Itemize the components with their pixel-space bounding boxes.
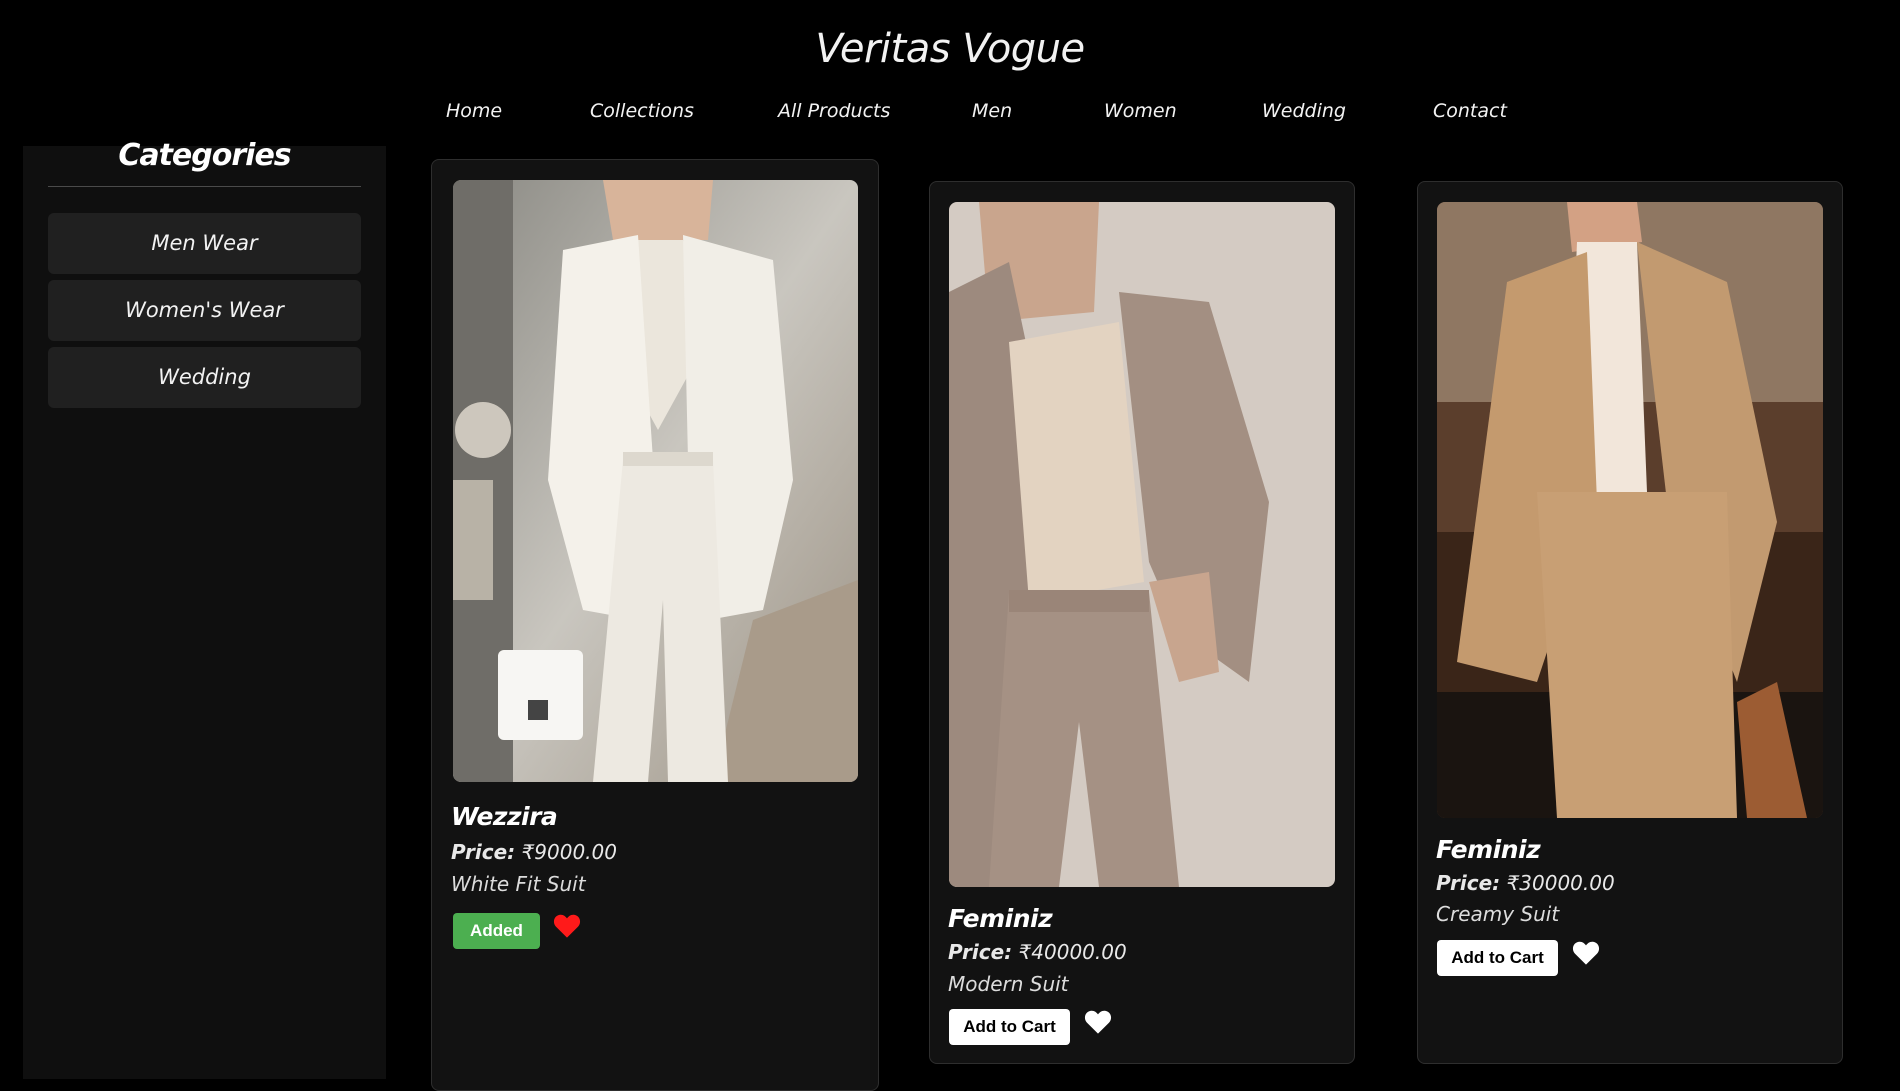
product-name: Feminiz <box>1436 835 1541 864</box>
product-description: Modern Suit <box>948 972 1069 996</box>
heart-icon[interactable] <box>1572 940 1600 966</box>
product-card: Feminiz Price: ₹40000.00 Modern Suit Add… <box>929 181 1355 1064</box>
category-wedding[interactable]: Wedding <box>48 347 361 408</box>
nav-men[interactable]: Men <box>972 100 1012 122</box>
price-label: Price: <box>948 940 1013 964</box>
product-description: White Fit Suit <box>451 872 586 896</box>
product-description: Creamy Suit <box>1436 902 1560 926</box>
price-label: Price: <box>1436 871 1501 895</box>
product-price: Price: ₹30000.00 <box>1436 871 1615 895</box>
product-image[interactable] <box>949 202 1335 887</box>
product-card: Wezzira Price: ₹9000.00 White Fit Suit A… <box>431 159 879 1091</box>
category-womens-wear[interactable]: Women's Wear <box>48 280 361 341</box>
price-value: ₹40000.00 <box>1018 940 1127 964</box>
product-price: Price: ₹40000.00 <box>948 940 1127 964</box>
sidebar-divider <box>48 186 361 187</box>
nav-women[interactable]: Women <box>1104 100 1177 122</box>
nav-all-products[interactable]: All Products <box>778 100 890 122</box>
price-value: ₹30000.00 <box>1506 871 1615 895</box>
nav-collections[interactable]: Collections <box>590 100 694 122</box>
price-label: Price: <box>451 840 516 864</box>
sidebar-title: Categories <box>118 138 291 173</box>
product-name: Wezzira <box>451 802 558 831</box>
nav-contact[interactable]: Contact <box>1433 100 1507 122</box>
product-image[interactable] <box>1437 202 1823 818</box>
product-card: Feminiz Price: ₹30000.00 Creamy Suit Add… <box>1417 181 1843 1064</box>
nav-wedding[interactable]: Wedding <box>1262 100 1346 122</box>
category-men-wear[interactable]: Men Wear <box>48 213 361 274</box>
product-image[interactable] <box>453 180 858 782</box>
main-nav: Home Collections All Products Men Women … <box>0 100 1900 130</box>
product-price: Price: ₹9000.00 <box>451 840 617 864</box>
add-to-cart-button[interactable]: Add to Cart <box>1437 940 1558 976</box>
add-to-cart-button[interactable]: Add to Cart <box>949 1009 1070 1045</box>
heart-icon[interactable] <box>553 913 581 939</box>
site-title: Veritas Vogue <box>815 26 1085 72</box>
product-name: Feminiz <box>948 904 1053 933</box>
price-value: ₹9000.00 <box>521 840 617 864</box>
heart-icon[interactable] <box>1084 1009 1112 1035</box>
nav-home[interactable]: Home <box>446 100 502 122</box>
added-to-cart-button[interactable]: Added <box>453 913 540 949</box>
categories-sidebar: Categories Men Wear Women's Wear Wedding <box>23 138 386 1079</box>
